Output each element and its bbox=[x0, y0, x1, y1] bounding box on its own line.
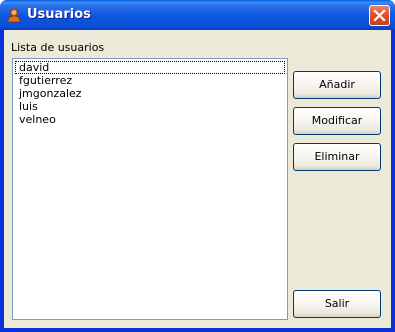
close-button[interactable] bbox=[369, 5, 390, 26]
user-list-label: Lista de usuarios bbox=[11, 41, 105, 54]
modify-button[interactable]: Modificar bbox=[293, 107, 381, 135]
exit-button[interactable]: Salir bbox=[293, 290, 381, 318]
usuarios-window: Usuarios Lista de usuarios david fgutier… bbox=[0, 0, 395, 332]
list-item[interactable]: david bbox=[15, 61, 285, 74]
user-silhouette-icon bbox=[6, 7, 22, 23]
window-frame-bottom bbox=[0, 328, 395, 332]
dialog-body: Lista de usuarios david fgutierrez jmgon… bbox=[4, 30, 391, 328]
user-listbox[interactable]: david fgutierrez jmgonzalez luis velneo bbox=[12, 58, 288, 320]
window-title: Usuarios bbox=[27, 7, 91, 22]
close-icon bbox=[373, 9, 386, 22]
list-item[interactable]: jmgonzalez bbox=[15, 87, 285, 100]
list-item[interactable]: luis bbox=[15, 100, 285, 113]
list-item[interactable]: fgutierrez bbox=[15, 74, 285, 87]
add-button[interactable]: Añadir bbox=[293, 71, 381, 99]
title-bar[interactable]: Usuarios bbox=[0, 0, 395, 30]
list-item[interactable]: velneo bbox=[15, 113, 285, 126]
delete-button[interactable]: Eliminar bbox=[293, 143, 381, 171]
